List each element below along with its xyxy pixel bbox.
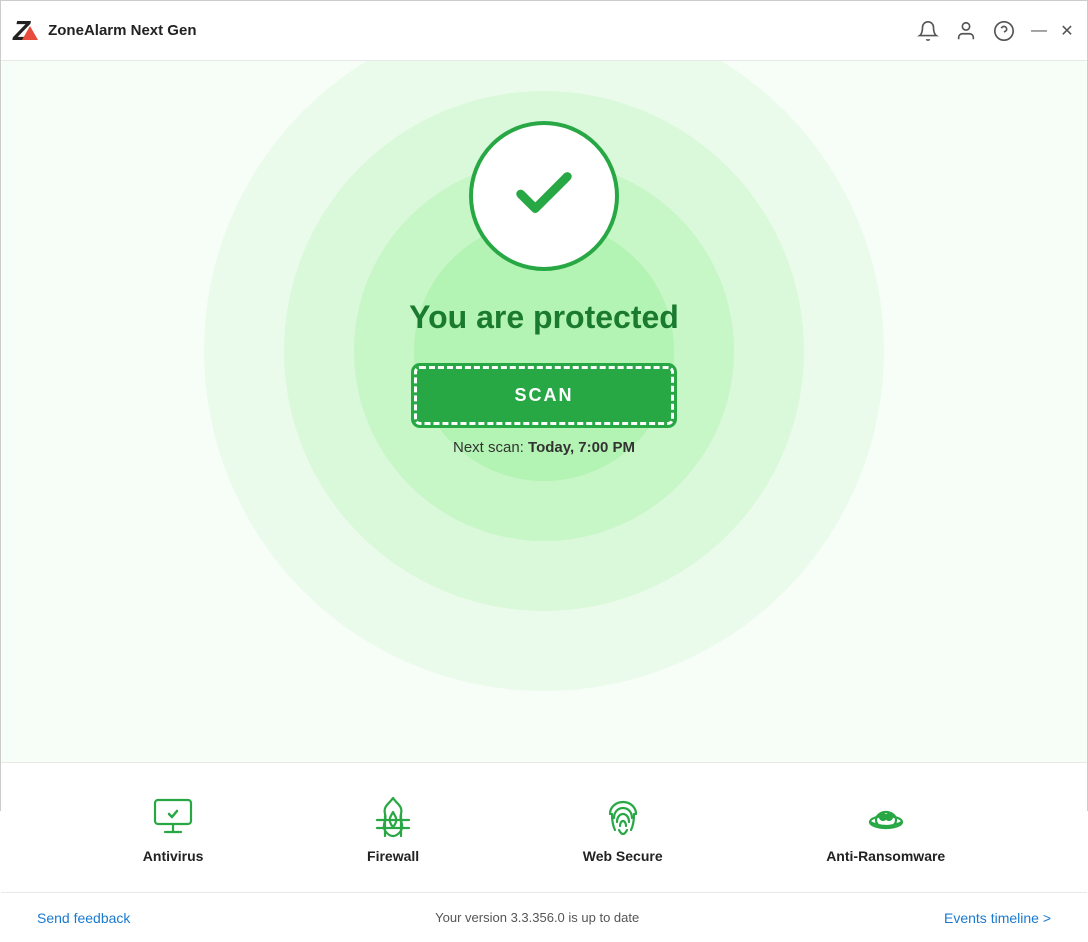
antivirus-label: Antivirus bbox=[143, 848, 204, 864]
header-icons bbox=[917, 20, 1015, 42]
content-wrapper: You are protected SCAN Next scan: Today,… bbox=[1, 61, 1087, 456]
feature-antivirus[interactable]: Antivirus bbox=[143, 792, 204, 864]
antivirus-icon bbox=[149, 792, 197, 840]
title-bar: Z ZoneAlarm Next Gen bbox=[1, 1, 1087, 61]
protection-status-text: You are protected bbox=[409, 299, 679, 336]
next-scan-time: Today, 7:00 PM bbox=[528, 439, 635, 456]
next-scan-label: Next scan: bbox=[453, 439, 524, 456]
next-scan-info: Next scan: Today, 7:00 PM bbox=[453, 439, 635, 456]
app-branding: Z ZoneAlarm Next Gen bbox=[13, 17, 196, 45]
scan-button[interactable]: SCAN bbox=[414, 366, 674, 425]
web-secure-icon bbox=[599, 792, 647, 840]
minimize-button[interactable]: — bbox=[1031, 23, 1047, 39]
send-feedback-link[interactable]: Send feedback bbox=[37, 910, 130, 926]
help-icon[interactable] bbox=[993, 20, 1015, 42]
bottom-bar: Send feedback Your version 3.3.356.0 is … bbox=[1, 892, 1087, 942]
version-info: Your version 3.3.356.0 is up to date bbox=[435, 910, 639, 925]
feature-web-secure[interactable]: Web Secure bbox=[583, 792, 663, 864]
feature-anti-ransomware[interactable]: Anti-Ransomware bbox=[826, 792, 945, 864]
protection-status-circle bbox=[469, 121, 619, 271]
bell-icon[interactable] bbox=[917, 20, 939, 42]
app-title: ZoneAlarm Next Gen bbox=[48, 22, 196, 39]
main-content: You are protected SCAN Next scan: Today,… bbox=[1, 61, 1087, 762]
anti-ransomware-label: Anti-Ransomware bbox=[826, 848, 945, 864]
close-button[interactable]: ✕ bbox=[1059, 23, 1075, 39]
features-row: Antivirus Firewall bbox=[1, 762, 1087, 892]
window-controls: — ✕ bbox=[1031, 23, 1075, 39]
feature-firewall[interactable]: Firewall bbox=[367, 792, 419, 864]
anti-ransomware-icon bbox=[862, 792, 910, 840]
events-timeline-link[interactable]: Events timeline > bbox=[944, 910, 1051, 926]
web-secure-label: Web Secure bbox=[583, 848, 663, 864]
logo-triangle bbox=[22, 26, 38, 40]
user-icon[interactable] bbox=[955, 20, 977, 42]
checkmark-icon bbox=[509, 159, 579, 234]
firewall-icon bbox=[369, 792, 417, 840]
firewall-label: Firewall bbox=[367, 848, 419, 864]
